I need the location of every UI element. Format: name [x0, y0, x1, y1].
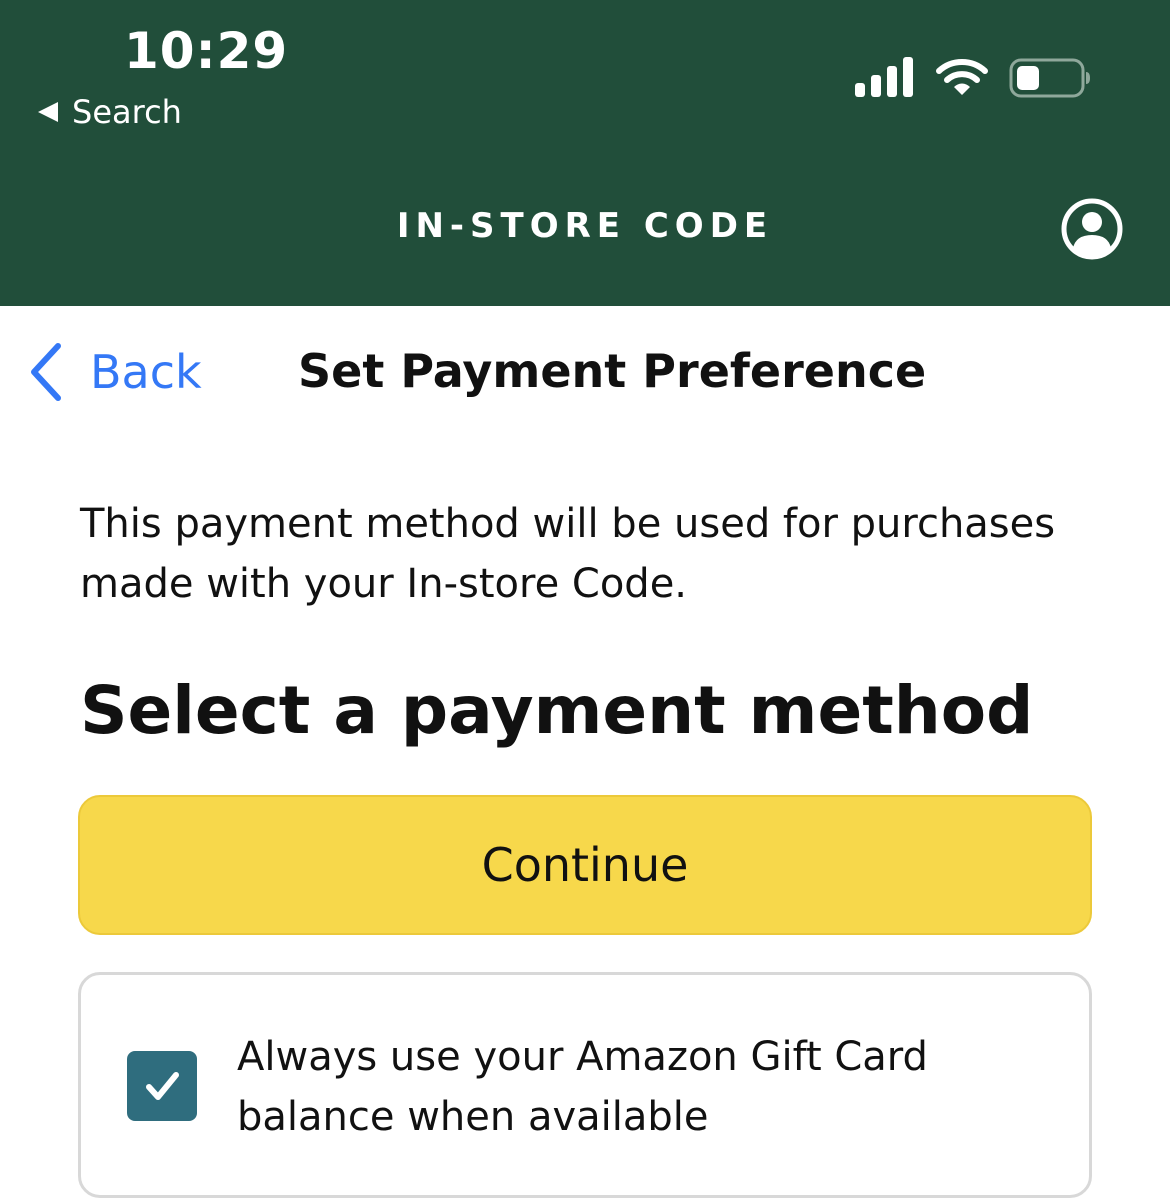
back-button-label: Back	[90, 345, 202, 399]
wifi-icon	[936, 59, 988, 95]
back-triangle-icon	[38, 102, 58, 122]
checkmark-icon	[146, 1072, 179, 1100]
account-icon[interactable]	[1060, 197, 1124, 261]
app-header: 10:29 Search IN-STORE CODE	[0, 0, 1170, 306]
gift-card-option-label: Always use your Amazon Gift Card balance…	[237, 1034, 928, 1140]
status-time: 10:29	[124, 22, 289, 80]
section-heading: Select a payment method	[80, 672, 1034, 749]
page-title: Set Payment Preference	[298, 344, 927, 398]
gift-card-option[interactable]: Always use your Amazon Gift Card balance…	[78, 972, 1092, 1198]
chevron-left-icon	[31, 343, 61, 401]
back-app-label: Search	[72, 93, 182, 131]
back-to-app-link[interactable]: Search	[38, 90, 182, 134]
gift-card-checkbox[interactable]	[127, 1051, 197, 1121]
cellular-signal-icon	[855, 57, 913, 97]
back-button[interactable]: Back	[28, 342, 202, 402]
continue-button[interactable]: Continue	[78, 795, 1092, 935]
payment-description: This payment method will be used for pur…	[80, 501, 1056, 607]
header-title: IN-STORE CODE	[396, 206, 774, 246]
navigation-bar: Back Set Payment Preference	[0, 306, 1170, 442]
battery-icon	[1009, 58, 1090, 98]
